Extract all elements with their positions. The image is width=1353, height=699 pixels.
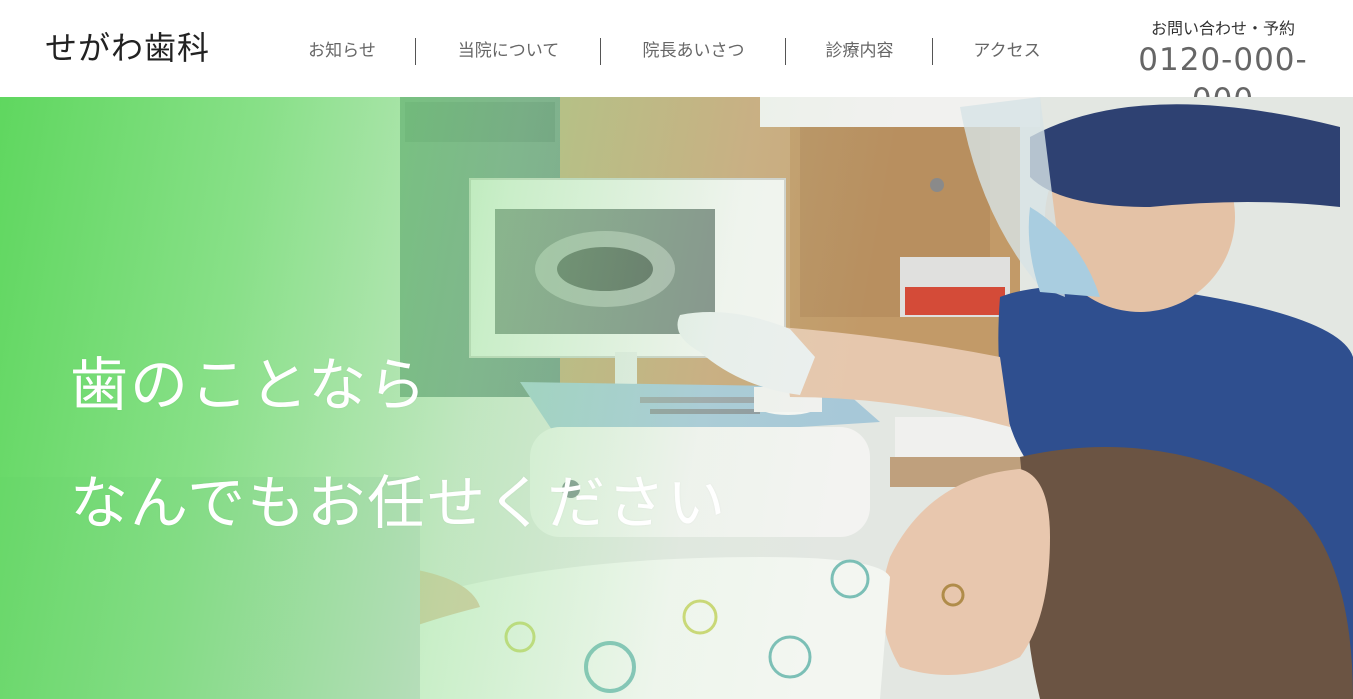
contact-label: お問い合わせ・予約 xyxy=(1150,19,1295,38)
main-nav: お知らせ 当院について 院長あいさつ 診療内容 アクセス xyxy=(268,36,1081,66)
site-header: せがわ歯科 お知らせ 当院について 院長あいさつ 診療内容 アクセス お問い合わ… xyxy=(0,0,1353,118)
hero-section: 歯のことなら なんでもお任せください xyxy=(0,97,1353,699)
nav-item-treatment[interactable]: 診療内容 xyxy=(786,37,933,65)
site-logo[interactable]: せがわ歯科 xyxy=(45,28,210,68)
nav-item-greeting[interactable]: 院長あいさつ xyxy=(601,37,786,65)
nav-item-access[interactable]: アクセス xyxy=(933,37,1081,65)
hero-headline: 歯のことなら なんでもお任せください xyxy=(70,326,727,562)
hero-headline-line-2: なんでもお任せください xyxy=(70,468,728,537)
nav-item-news[interactable]: お知らせ xyxy=(268,37,416,65)
nav-item-about[interactable]: 当院について xyxy=(416,37,601,65)
hero-headline-line-1: 歯のことなら xyxy=(70,350,429,419)
